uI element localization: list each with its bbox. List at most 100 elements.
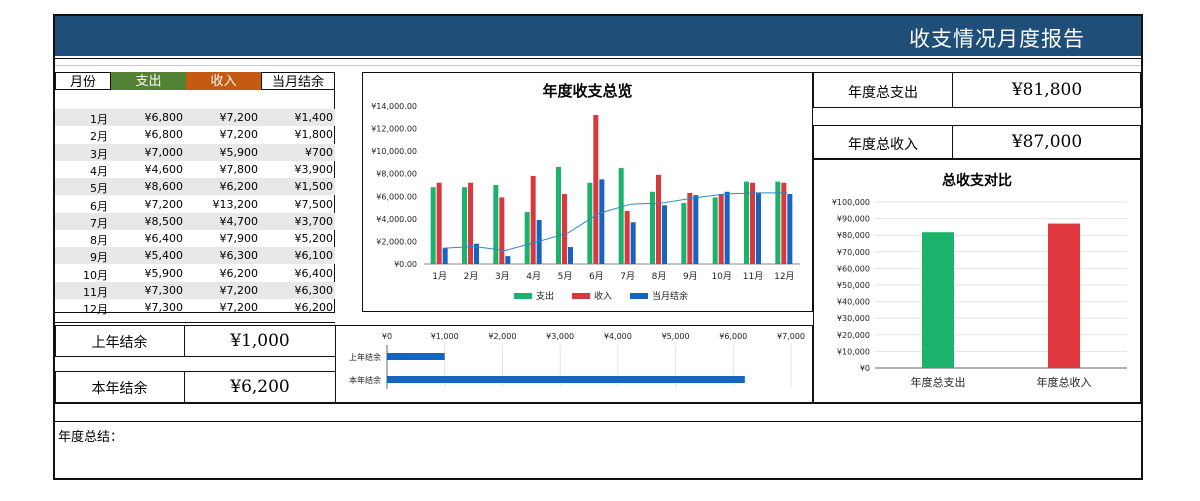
table-row: 10月 ¥5,900 ¥6,200 ¥6,400: [55, 265, 335, 282]
bar-当月结余: [693, 195, 699, 264]
x-tick-label: 7月: [620, 271, 635, 282]
legend-label: 收入: [594, 290, 612, 302]
table-row: 1月 ¥6,800 ¥7,200 ¥1,400: [55, 109, 335, 126]
bar-支出: [618, 168, 624, 264]
y-tick-label: ¥30,000: [837, 314, 870, 323]
balance-chart: ¥0 ¥1,000 ¥2,000 ¥3,000 ¥4,000 ¥5,000 ¥6,000 ¥7…: [349, 332, 805, 389]
bar-支出: [775, 181, 781, 264]
y-tick-label: ¥12,000.00: [371, 125, 417, 134]
table-row: 9月 ¥5,400 ¥6,300 ¥6,100: [55, 247, 335, 265]
bar-当月结余: [630, 222, 636, 264]
report-title: 收支情况月度报告: [909, 27, 1085, 51]
cell-balance: ¥6,300: [294, 284, 334, 297]
overview-chart: ¥0.00 ¥2,000.00 ¥4,000.00 ¥6,000.00 ¥8,000.0…: [371, 102, 800, 302]
legend-swatch: [630, 293, 648, 299]
table-row: 4月 ¥4,600 ¥7,800 ¥3,900: [55, 161, 335, 178]
bar-支出: [462, 187, 467, 264]
bar-收入: [656, 174, 661, 264]
bar-收入: [718, 194, 724, 264]
cell-income: ¥7,900: [219, 232, 259, 246]
x-tick-label: 6月: [589, 271, 604, 282]
annual-summary-label: 年度总结：: [58, 429, 124, 444]
y-tick-label: ¥90,000: [837, 215, 870, 224]
y-tick-label: 本年结余: [349, 375, 381, 385]
x-tick-label: 10月: [711, 271, 731, 282]
table-row: 3月 ¥7,000 ¥5,900 ¥700: [55, 143, 335, 161]
bar-当月结余: [787, 194, 793, 264]
header-expense: 支出: [111, 72, 186, 90]
y-tick-label: ¥8,000.00: [376, 170, 417, 179]
y-tick-label: ¥2,000.00: [376, 237, 417, 246]
table-row: 12月 ¥7,300 ¥7,200 ¥6,200: [55, 299, 335, 316]
title-bar: 收支情况月度报告: [55, 16, 1141, 56]
y-tick-label: ¥6,000.00: [376, 192, 417, 201]
y-tick-label: ¥10,000: [837, 347, 870, 356]
cell-balance: ¥3,900: [294, 162, 334, 176]
cell-month: 9月: [90, 251, 108, 265]
cell-month: 4月: [90, 164, 108, 178]
cell-income: ¥7,200: [219, 284, 259, 297]
cell-month: 1月: [90, 113, 108, 126]
bar-当月结余: [724, 191, 730, 264]
bar-当月结余: [599, 179, 605, 264]
x-tick-label: 1月: [432, 271, 447, 282]
cell-month: 11月: [83, 286, 108, 299]
legend-label: 支出: [536, 290, 554, 302]
cell-expense: ¥4,600: [144, 162, 184, 176]
this-year-value: ¥6,200: [230, 377, 290, 397]
divider: [55, 58, 1141, 59]
total-expense-value: ¥81,800: [1011, 80, 1083, 100]
cell-expense: ¥6,400: [144, 232, 184, 246]
bar-上年结余: [387, 353, 445, 360]
cell-balance: ¥6,100: [294, 249, 334, 263]
cell-expense: ¥7,000: [144, 145, 184, 159]
x-tick-label: ¥3,000: [546, 332, 574, 341]
table-row: 2月 ¥6,800 ¥7,200 ¥1,800: [55, 126, 335, 143]
cell-balance: ¥5,200: [294, 232, 334, 246]
cell-balance: ¥6,400: [294, 266, 334, 280]
bar-收入: [436, 182, 442, 264]
y-tick-label: ¥70,000: [837, 248, 870, 257]
bar-支出: [712, 197, 718, 264]
cell-balance: ¥700: [305, 145, 333, 159]
x-tick-label: 年度总收入: [1037, 375, 1092, 389]
bar-支出: [587, 182, 593, 264]
x-tick-label: 3月: [495, 271, 510, 282]
x-tick-label: 4月: [526, 271, 541, 282]
cell-expense: ¥6,800: [144, 111, 184, 124]
divider: [55, 403, 1141, 404]
x-tick-label: 年度总支出: [911, 375, 966, 389]
bar-支出: [493, 185, 499, 264]
x-tick-label: ¥7,000: [777, 332, 805, 341]
header-month: 月份: [55, 72, 111, 90]
legend-swatch: [572, 293, 590, 299]
legend-label: 当月结余: [652, 290, 688, 302]
x-tick-label: 2月: [464, 271, 479, 282]
bar-支出: [524, 212, 530, 264]
cell-expense: ¥8,500: [144, 214, 184, 228]
total-income-value: ¥87,000: [1011, 132, 1083, 152]
x-tick-label: 12月: [774, 271, 794, 282]
divider: [55, 322, 335, 323]
bar-本年结余: [387, 376, 745, 383]
y-tick-label: ¥60,000: [837, 264, 870, 273]
y-tick-label: ¥0.00: [394, 260, 417, 269]
this-year-label: 本年结余: [91, 381, 148, 397]
cell-income: ¥6,200: [219, 266, 259, 280]
cell-income: ¥6,200: [219, 180, 259, 194]
cell-month: 2月: [90, 130, 108, 144]
bar-收入: [468, 182, 473, 264]
bar-当月结余: [662, 205, 667, 264]
y-tick-label: 上年结余: [349, 352, 381, 362]
last-year-label: 上年结余: [91, 335, 148, 351]
bar-年度总支出: [922, 232, 954, 368]
divider: [55, 421, 1141, 422]
bar-当月结余: [442, 248, 448, 264]
bar-收入: [781, 182, 787, 264]
y-tick-label: ¥100,000: [832, 198, 870, 207]
cell-month: 3月: [90, 147, 108, 161]
y-tick-label: ¥10,000.00: [371, 147, 417, 156]
y-tick-label: ¥40,000: [837, 298, 870, 307]
cell-balance: ¥6,200: [294, 301, 334, 315]
last-year-value: ¥1,000: [230, 331, 290, 351]
